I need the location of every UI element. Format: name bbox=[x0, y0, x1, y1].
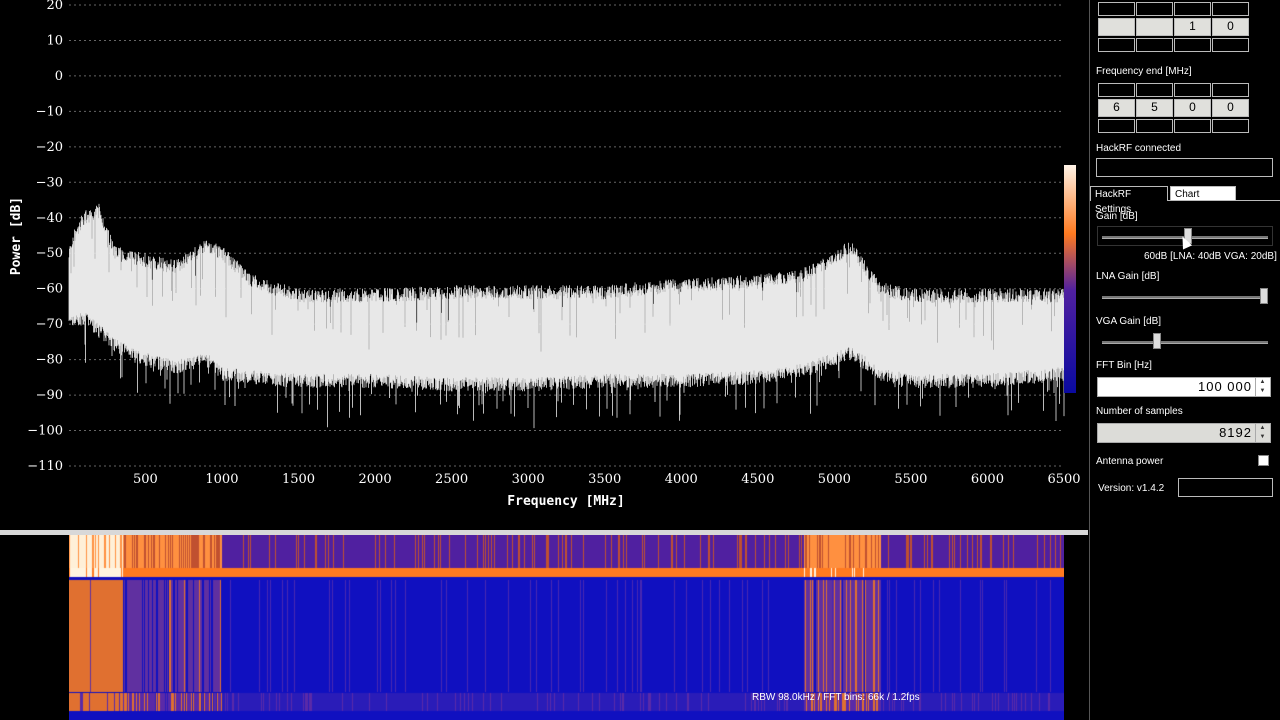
tab-border bbox=[1168, 200, 1280, 201]
fft-bin-label: FFT Bin [Hz] bbox=[1096, 360, 1152, 371]
y-tick-label: −90 bbox=[36, 388, 63, 403]
version-label: Version: v1.4.2 bbox=[1098, 483, 1165, 494]
vga-slider-track[interactable] bbox=[1102, 341, 1268, 344]
gain-label: Gain [dB] bbox=[1096, 211, 1138, 222]
x-tick-label: 3000 bbox=[512, 472, 545, 487]
x-axis-label: Frequency [MHz] bbox=[507, 494, 624, 509]
y-tick-label: −60 bbox=[36, 282, 63, 297]
y-tick-label: −30 bbox=[36, 175, 63, 190]
freq-end-digit[interactable]: 6 bbox=[1098, 99, 1135, 117]
y-tick-label: −10 bbox=[36, 104, 63, 119]
y-axis-label: Power [dB] bbox=[9, 197, 24, 275]
y-tick-label: 0 bbox=[55, 69, 63, 84]
x-tick-label: 5500 bbox=[894, 472, 927, 487]
waterfall-display: RBW 98.0kHz / FFT bins: 66k / 1.2fps bbox=[0, 535, 1088, 720]
freq-start-digit[interactable]: 1 bbox=[1174, 18, 1211, 36]
vga-gain-label: VGA Gain [dB] bbox=[1096, 316, 1162, 327]
antenna-power-label: Antenna power bbox=[1096, 456, 1164, 467]
gain-readout: 60dB [LNA: 40dB VGA: 20dB] bbox=[1144, 251, 1277, 262]
tab-hackrf-settings[interactable]: HackRF Settings bbox=[1090, 186, 1168, 215]
vga-slider-thumb[interactable] bbox=[1152, 333, 1161, 349]
x-tick-label: 500 bbox=[133, 472, 158, 487]
freq-end-digit[interactable]: 5 bbox=[1136, 99, 1173, 117]
y-tick-label: 10 bbox=[46, 33, 63, 48]
freq-start-digit[interactable] bbox=[1098, 18, 1135, 36]
fft-bin-value: 100 000 bbox=[1198, 379, 1252, 394]
y-tick-label: −100 bbox=[27, 424, 63, 439]
settings-panel: 1 0 Frequency end [MHz] 6 5 0 0 HackRF c… bbox=[1089, 0, 1280, 720]
hackrf-status-box bbox=[1096, 158, 1273, 177]
y-tick-label: −70 bbox=[36, 317, 63, 332]
tab-chart-options[interactable]: Chart options bbox=[1170, 186, 1236, 215]
x-tick-label: 4000 bbox=[665, 472, 698, 487]
y-tick-label: −20 bbox=[36, 140, 63, 155]
y-tick-label: −80 bbox=[36, 353, 63, 368]
spectrum-chart: 20 10 0 −10 −20 −30 −40 −50 −60 −70 −80 −90 −100 −110… bbox=[0, 0, 1088, 530]
freq-end-digit[interactable]: 0 bbox=[1212, 99, 1249, 117]
samples-label: Number of samples bbox=[1096, 406, 1183, 417]
status-text: RBW 98.0kHz / FFT bins: 66k / 1.2fps bbox=[752, 692, 920, 703]
freq-start-digit[interactable] bbox=[1136, 18, 1173, 36]
x-tick-label: 1000 bbox=[205, 472, 238, 487]
spin-arrows-icon[interactable]: ▲ ▼ bbox=[1255, 378, 1270, 396]
freq-start-digit[interactable]: 0 bbox=[1212, 18, 1249, 36]
y-tick-label: −50 bbox=[36, 246, 63, 261]
spin-arrows-icon[interactable]: ▲ ▼ bbox=[1255, 424, 1270, 442]
x-tick-label: 6500 bbox=[1047, 472, 1080, 487]
color-scale-bar bbox=[1064, 165, 1076, 393]
samples-value: 8192 bbox=[1219, 425, 1252, 440]
x-tick-label: 2500 bbox=[435, 472, 468, 487]
x-tick-label: 1500 bbox=[282, 472, 315, 487]
power-trace bbox=[68, 203, 1065, 429]
x-tick-label: 5000 bbox=[818, 472, 851, 487]
frequency-end-label: Frequency end [MHz] bbox=[1096, 66, 1192, 77]
y-tick-label: −110 bbox=[27, 459, 63, 474]
antenna-power-checkbox[interactable] bbox=[1258, 455, 1269, 466]
frequency-end-input[interactable]: 6 5 0 0 bbox=[1098, 83, 1250, 135]
version-box bbox=[1178, 478, 1273, 497]
y-tick-label: −40 bbox=[36, 211, 63, 226]
frequency-start-input[interactable]: 1 0 bbox=[1098, 2, 1250, 54]
lna-slider-track[interactable] bbox=[1102, 296, 1268, 299]
samples-spinbox[interactable]: 8192 ▲ ▼ bbox=[1097, 423, 1271, 443]
x-tick-label: 3500 bbox=[588, 472, 621, 487]
x-tick-label: 4500 bbox=[741, 472, 774, 487]
y-tick-label: 20 bbox=[46, 0, 63, 13]
x-tick-label: 2000 bbox=[359, 472, 392, 487]
fft-bin-spinbox[interactable]: 100 000 ▲ ▼ bbox=[1097, 377, 1271, 397]
lna-gain-label: LNA Gain [dB] bbox=[1096, 271, 1160, 282]
x-tick-label: 6000 bbox=[971, 472, 1004, 487]
lna-slider-thumb[interactable] bbox=[1260, 288, 1268, 304]
spectrum-plot: 20 10 0 −10 −20 −30 −40 −50 −60 −70 −80 −90 −100 −110… bbox=[9, 0, 1081, 509]
hackrf-connected-label: HackRF connected bbox=[1096, 143, 1182, 154]
freq-end-digit[interactable]: 0 bbox=[1174, 99, 1211, 117]
